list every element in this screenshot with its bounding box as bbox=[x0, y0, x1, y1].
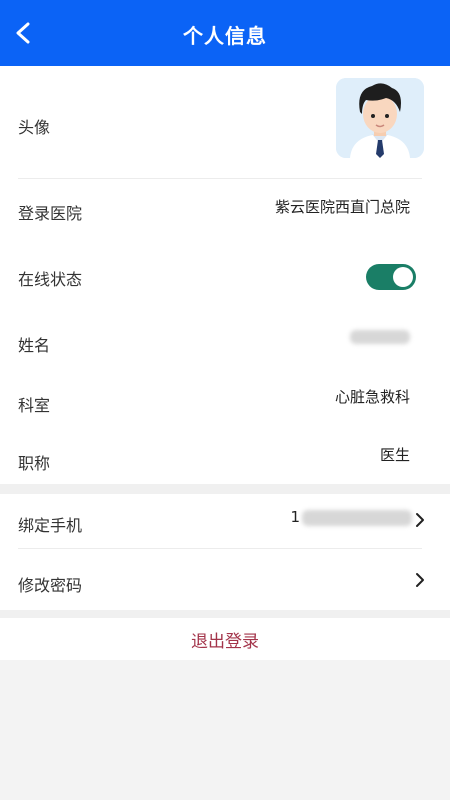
title-row: 职称 医生 bbox=[0, 440, 450, 484]
divider bbox=[18, 178, 422, 179]
name-label: 姓名 bbox=[18, 336, 51, 355]
section-divider bbox=[0, 610, 450, 618]
page-title: 个人信息 bbox=[183, 24, 267, 48]
department-label: 科室 bbox=[18, 396, 51, 415]
title-value: 医生 bbox=[379, 446, 410, 464]
change-password-label: 修改密码 bbox=[18, 576, 83, 595]
change-password-row[interactable]: 修改密码 bbox=[0, 560, 450, 604]
doctor-avatar-icon bbox=[336, 78, 424, 158]
online-status-label: 在线状态 bbox=[18, 270, 83, 289]
phone-value: 1 bbox=[290, 508, 300, 526]
bind-phone-row[interactable]: 绑定手机 1 bbox=[0, 500, 450, 544]
toggle-knob bbox=[393, 267, 413, 287]
hospital-row: 登录医院 紫云医院西直门总院 bbox=[0, 188, 450, 232]
title-label: 职称 bbox=[18, 454, 51, 473]
hospital-value: 紫云医院西直门总院 bbox=[274, 198, 410, 216]
chevron-right-icon bbox=[416, 573, 424, 587]
online-status-toggle[interactable] bbox=[366, 264, 416, 290]
avatar-row[interactable]: 头像 bbox=[0, 66, 450, 176]
avatar-label: 头像 bbox=[18, 118, 51, 137]
name-row: 姓名 bbox=[0, 322, 450, 366]
section-divider bbox=[0, 484, 450, 494]
redacted-phone bbox=[302, 510, 412, 526]
department-value: 心脏急救科 bbox=[334, 388, 410, 406]
avatar[interactable] bbox=[336, 78, 424, 158]
profile-card: 头像 登录医院 紫云医院西直门总院 在线状态 姓名 科室 心脏急救科 职称 医生… bbox=[0, 66, 450, 660]
logout-button[interactable]: 退出登录 bbox=[0, 618, 450, 660]
empty-area bbox=[0, 660, 450, 800]
top-bar: 个人信息 bbox=[0, 0, 450, 66]
divider bbox=[18, 548, 422, 549]
online-status-row: 在线状态 bbox=[0, 254, 450, 298]
department-row: 科室 心脏急救科 bbox=[0, 382, 450, 426]
hospital-label: 登录医院 bbox=[18, 204, 83, 223]
redacted-name bbox=[350, 330, 410, 344]
chevron-right-icon bbox=[416, 513, 424, 527]
bind-phone-label: 绑定手机 bbox=[18, 516, 83, 535]
